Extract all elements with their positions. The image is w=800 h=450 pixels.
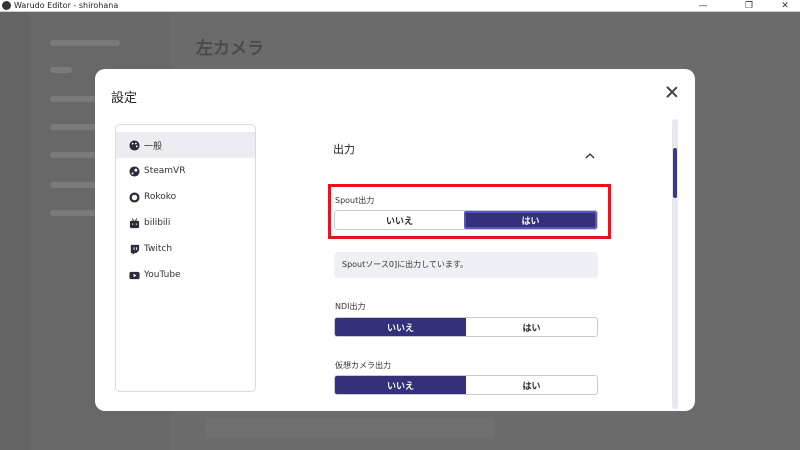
minimize-button[interactable]: — [688, 0, 718, 12]
bilibili-icon [129, 217, 140, 229]
annotation-highlight-box [328, 184, 611, 239]
settings-dialog: 設定 一般 SteamVR Rokoko bilibili Twitch You… [95, 69, 695, 411]
nav-item-label: YouTube [144, 270, 181, 280]
nav-item-steamvr[interactable]: SteamVR [116, 158, 255, 184]
nav-item-label: Twitch [144, 244, 173, 254]
scrollbar-thumb[interactable] [673, 148, 677, 198]
nav-item-youtube[interactable]: YouTube [116, 262, 255, 288]
spout-info-text: Spoutソース0]に出力しています。 [334, 252, 598, 278]
nav-item-twitch[interactable]: Twitch [116, 236, 255, 262]
nav-item-bilibili[interactable]: bilibili [116, 210, 255, 236]
ndi-yes-button[interactable]: はい [466, 318, 597, 336]
rokoko-icon [129, 191, 140, 203]
virtual-camera-output-label: 仮想カメラ出力 [335, 361, 391, 370]
dialog-title: 設定 [111, 91, 138, 106]
background-page-title: 左カメラ [196, 39, 264, 59]
virtual-camera-output-toggle: いいえ はい [334, 375, 598, 395]
window-title: Warudo Editor - shirohana [14, 0, 119, 10]
nav-item-label: 一般 [144, 141, 163, 152]
nav-item-rokoko[interactable]: Rokoko [116, 184, 255, 210]
restore-button[interactable]: ❐ [734, 0, 764, 12]
background-field [205, 417, 495, 439]
section-title: 出力 [333, 143, 355, 156]
ndi-no-button[interactable]: いいえ [335, 318, 466, 336]
ndi-output-label: NDI出力 [335, 302, 366, 311]
close-icon[interactable] [665, 85, 679, 99]
ndi-output-toggle: いいえ はい [334, 317, 598, 337]
nav-item-label: Rokoko [144, 192, 177, 202]
twitch-icon [129, 244, 140, 255]
virtual-camera-no-button[interactable]: いいえ [335, 376, 466, 394]
youtube-icon [129, 270, 140, 281]
window-titlebar: Warudo Editor - shirohana — ❐ ✕ [0, 0, 800, 12]
close-window-button[interactable]: ✕ [770, 0, 800, 12]
nav-item-general[interactable]: 一般 [116, 132, 255, 158]
nav-item-label: bilibili [144, 218, 171, 228]
steamvr-icon [129, 165, 140, 177]
app-icon [2, 1, 11, 10]
nav-item-label: SteamVR [144, 166, 186, 176]
palette-icon [129, 139, 140, 151]
background-rail [0, 12, 30, 450]
virtual-camera-yes-button[interactable]: はい [466, 376, 597, 394]
chevron-up-icon[interactable] [585, 144, 595, 159]
settings-content: 出力 Spout出力 いいえ はい Spoutソース0]に出力しています。 ND… [333, 124, 603, 411]
settings-nav: 一般 SteamVR Rokoko bilibili Twitch YouTub… [115, 124, 256, 392]
